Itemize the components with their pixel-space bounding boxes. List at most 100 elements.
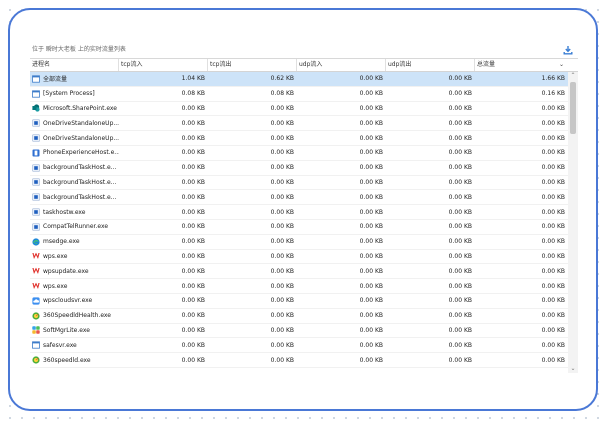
tcp-in-value: 0.00 KB	[181, 149, 205, 157]
process-name: Microsoft.SharePoint.exe	[43, 104, 117, 112]
tcp-in-value: 0.00 KB	[181, 178, 205, 186]
column-header-total[interactable]: 总流量 ⌄	[475, 59, 568, 71]
phone-link-icon	[32, 149, 40, 157]
column-header-process[interactable]: 进程名	[30, 59, 119, 71]
total-value: 0.00 KB	[541, 312, 565, 320]
column-header-udp-out[interactable]: udp流出	[386, 59, 475, 71]
total-value: 0.00 KB	[541, 252, 565, 260]
udp-in-value: 0.00 KB	[359, 119, 383, 127]
udp-out-value: 0.00 KB	[448, 341, 472, 349]
process-name: 全部流量	[43, 76, 68, 84]
process-name: OneDriveStandaloneUp...	[43, 134, 119, 142]
udp-out-value: 0.00 KB	[448, 164, 472, 172]
table-row[interactable]: msedge.exe 0.00 KB 0.00 KB 0.00 KB 0.00 KB 0.…	[30, 235, 568, 250]
export-button[interactable]	[561, 43, 575, 57]
vertical-scrollbar[interactable]: ⌃ ⌄	[568, 72, 578, 373]
udp-out-value: 0.00 KB	[448, 208, 472, 216]
udp-in-value: 0.00 KB	[359, 238, 383, 246]
software-manager-icon	[32, 326, 40, 335]
udp-in-value: 0.00 KB	[359, 267, 383, 275]
process-name-cell: 全部流量	[30, 74, 119, 83]
window-icon	[32, 341, 40, 349]
table-row[interactable]: backgroundTaskHost.e... 0.00 KB 0.00 KB 0.0…	[30, 161, 568, 176]
process-name-cell: OneDriveStandaloneUp...	[30, 119, 119, 128]
process-name-cell: PhoneExperienceHost.e...	[30, 149, 119, 157]
tcp-out-value: 0.00 KB	[270, 252, 294, 260]
tcp-out-value: 0.00 KB	[270, 208, 294, 216]
table-row[interactable]: wpscloudsvr.exe 0.00 KB 0.00 KB 0.00 KB 0.00…	[30, 294, 568, 309]
scroll-down-icon[interactable]: ⌄	[568, 365, 578, 373]
column-header-tcp-out[interactable]: tcp流出	[208, 59, 297, 71]
tcp-out-value: 0.08 KB	[270, 90, 294, 98]
window-icon	[32, 75, 40, 83]
total-value: 0.00 KB	[541, 356, 565, 364]
table-row[interactable]: wps.exe 0.00 KB 0.00 KB 0.00 KB 0.00 KB 0.00 …	[30, 250, 568, 265]
table-row[interactable]: backgroundTaskHost.e... 0.00 KB 0.00 KB 0.0…	[30, 190, 568, 206]
column-label: 总流量	[477, 61, 496, 68]
udp-in-value: 0.00 KB	[359, 90, 383, 98]
column-label: tcp流出	[210, 61, 232, 68]
column-header-tcp-in[interactable]: tcp流入	[119, 59, 208, 71]
tcp-out-value: 0.00 KB	[270, 326, 294, 334]
process-name: wpscloudsvr.exe	[43, 297, 93, 305]
process-name: [System Process]	[43, 90, 95, 98]
edge-browser-icon	[32, 238, 40, 246]
tcp-out-value: 0.00 KB	[270, 119, 294, 127]
table-row[interactable]: PhoneExperienceHost.e... 0.00 KB 0.00 KB 0.…	[30, 146, 568, 161]
process-name-cell: wpsupdate.exe	[30, 267, 119, 275]
app-icon	[32, 208, 40, 216]
udp-in-value: 0.00 KB	[359, 178, 383, 186]
table-row[interactable]: CompatTelRunner.exe 0.00 KB 0.00 KB 0.00 KB…	[30, 220, 568, 235]
process-name-cell: SoftMgrLite.exe	[30, 326, 119, 335]
app-icon	[32, 119, 40, 128]
tcp-in-value: 0.00 KB	[181, 282, 205, 290]
table-row[interactable]: safesvr.exe 0.00 KB 0.00 KB 0.00 KB 0.00 KB 0…	[30, 338, 568, 354]
table-row[interactable]: 360SpeedldHealth.exe 0.00 KB 0.00 KB 0.00 K…	[30, 309, 568, 324]
table-row[interactable]: OneDriveStandaloneUp... 0.00 KB 0.00 KB 0.0…	[30, 116, 568, 132]
process-name: wps.exe	[43, 282, 68, 290]
table-row[interactable]: taskhostw.exe 0.00 KB 0.00 KB 0.00 KB 0.00 K…	[30, 205, 568, 220]
process-name: backgroundTaskHost.e...	[43, 178, 117, 186]
total-value: 0.00 KB	[541, 193, 565, 201]
tcp-out-value: 0.00 KB	[270, 134, 294, 142]
process-name: SoftMgrLite.exe	[43, 326, 90, 334]
process-name-cell: OneDriveStandaloneUp...	[30, 134, 119, 142]
table-row[interactable]: wps.exe 0.00 KB 0.00 KB 0.00 KB 0.00 KB 0.00 …	[30, 279, 568, 294]
scrollbar-thumb[interactable]	[570, 82, 576, 134]
tcp-in-value: 0.00 KB	[181, 312, 205, 320]
table-row[interactable]: SoftMgrLite.exe 0.00 KB 0.00 KB 0.00 KB 0.00…	[30, 324, 568, 339]
total-value: 0.00 KB	[541, 119, 565, 127]
tcp-out-value: 0.00 KB	[270, 104, 294, 112]
total-value: 0.00 KB	[541, 326, 565, 334]
table-row[interactable]: OneDriveStandaloneUp... 0.00 KB 0.00 KB 0.0…	[30, 131, 568, 146]
column-header-udp-in[interactable]: udp流入	[297, 59, 386, 71]
process-name: 360SpeedldHealth.exe	[43, 312, 111, 320]
tcp-in-value: 0.00 KB	[181, 208, 205, 216]
udp-out-value: 0.00 KB	[448, 119, 472, 127]
table-row[interactable]: Microsoft.SharePoint.exe 0.00 KB 0.00 KB 0.…	[30, 102, 568, 117]
udp-out-value: 0.00 KB	[448, 326, 472, 334]
udp-in-value: 0.00 KB	[359, 134, 383, 142]
tcp-out-value: 0.00 KB	[270, 164, 294, 172]
table-row[interactable]: [System Process] 0.08 KB 0.08 KB 0.00 KB 0.0…	[30, 87, 568, 102]
total-value: 0.16 KB	[541, 90, 565, 98]
total-value: 0.00 KB	[541, 238, 565, 246]
process-name: msedge.exe	[43, 238, 80, 246]
udp-out-value: 0.00 KB	[448, 104, 472, 112]
tcp-in-value: 0.00 KB	[181, 193, 205, 201]
scroll-up-icon[interactable]: ⌃	[568, 72, 578, 80]
table-body: 全部流量 1.04 KB 0.62 KB 0.00 KB 0.00 KB 1.66 KB […	[30, 72, 568, 368]
process-name: OneDriveStandaloneUp...	[43, 119, 119, 127]
table-row[interactable]: backgroundTaskHost.e... 0.00 KB 0.00 KB 0.0…	[30, 176, 568, 191]
tcp-out-value: 0.00 KB	[270, 149, 294, 157]
table-row[interactable]: 360speedld.exe 0.00 KB 0.00 KB 0.00 KB 0.00 …	[30, 353, 568, 368]
app-icon	[32, 193, 40, 202]
udp-in-value: 0.00 KB	[359, 326, 383, 334]
table-row[interactable]: 全部流量 1.04 KB 0.62 KB 0.00 KB 0.00 KB 1.66 KB	[30, 72, 568, 87]
udp-out-value: 0.00 KB	[448, 75, 472, 83]
udp-out-value: 0.00 KB	[448, 238, 472, 246]
udp-out-value: 0.00 KB	[448, 90, 472, 98]
table-row[interactable]: wpsupdate.exe 0.00 KB 0.00 KB 0.00 KB 0.00 K…	[30, 264, 568, 280]
udp-out-value: 0.00 KB	[448, 193, 472, 201]
total-value: 0.00 KB	[541, 164, 565, 172]
